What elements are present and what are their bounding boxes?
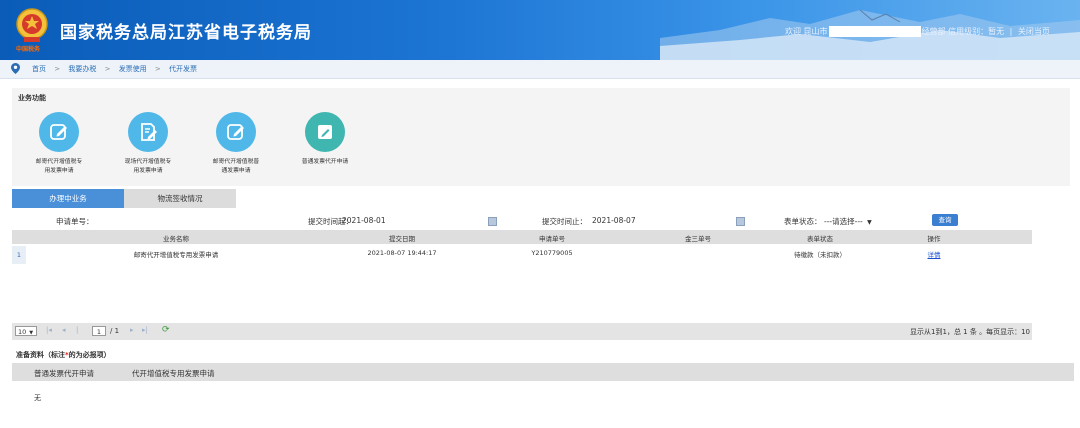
mail-general-vat-invoice-button[interactable]: 邮寄代开增值税普 通发票申请 [198, 112, 274, 176]
submit-end-label: 提交时间止： [542, 217, 587, 226]
header-user-bar: 欢迎 昆山市 经营部 信用级别：暂无 | 关闭当页 [785, 26, 1050, 37]
welcome-city: 昆山市 [803, 27, 828, 36]
general-invoice-agent-button[interactable]: 普通发票代开申请 [287, 112, 363, 167]
column-business-name: 业务名称 [163, 235, 189, 243]
table-row[interactable]: 1 邮寄代开增值税专用发票申请 2021-08-07 19:44:17 Y210… [12, 246, 1032, 264]
edit-icon [227, 124, 244, 140]
function-label: 现场代开增值税专 用发票申请 [110, 158, 186, 176]
row-number: 1 [12, 246, 26, 264]
logo-slogan: 中国税务 [16, 46, 41, 53]
search-filter-bar: 申请单号： 提交时间起： 2021-08-01 提交时间止： 2021-08-0… [12, 212, 1070, 230]
prep-title-prefix: 准备资料（标注 [16, 351, 65, 359]
chevron-down-icon: ▼ [867, 219, 872, 226]
function-label-line2: 通发票申请 [221, 168, 251, 174]
last-page-icon[interactable]: ▸| [142, 326, 148, 334]
site-header: 中国税务 国家税务总局江苏省电子税务局 欢迎 昆山市 经营部 信用级别：暂无 | … [0, 0, 1080, 60]
detail-link[interactable]: 详情 [928, 249, 941, 259]
column-jinsan-no: 金三单号 [685, 235, 711, 243]
page-size-value: 10 [18, 328, 27, 336]
onsite-special-vat-invoice-button[interactable]: 现场代开增值税专 用发票申请 [110, 112, 186, 176]
close-page-link[interactable]: 关闭当页 [1018, 27, 1050, 36]
chevron-down-icon: ▼ [29, 330, 34, 336]
redacted-name-mask [828, 26, 921, 37]
function-label-line1: 邮寄代开增值税普 [212, 159, 260, 165]
function-label-line2: 用发票申请 [44, 168, 74, 174]
site-title: 国家税务总局江苏省电子税务局 [60, 23, 312, 43]
cell-form-status: 待缴款（未扣款） [794, 251, 846, 259]
breadcrumb-separator: > [54, 65, 61, 73]
welcome-prefix: 欢迎 [785, 27, 801, 36]
function-label-line1: 现场代开增值税专 [124, 159, 172, 165]
application-no-label: 申请单号： [56, 217, 94, 226]
breadcrumb-invoice-use[interactable]: 发票使用 [119, 65, 147, 73]
calendar-icon[interactable] [736, 217, 745, 226]
tab-in-progress[interactable]: 办理中业务 [12, 189, 124, 208]
table-header: 业务名称 提交日期 申请单号 金三单号 表单状态 操作 [12, 230, 1032, 244]
next-page-icon[interactable]: ▸ [130, 326, 134, 334]
refresh-icon[interactable]: ⟳ [162, 325, 170, 335]
page-number-input[interactable]: 1 [92, 326, 106, 336]
function-label-line1: 邮寄代开增值税专 [35, 159, 83, 165]
prep-title-suffix: 的为必报项） [68, 351, 111, 359]
function-icon-circle [305, 112, 345, 152]
breadcrumb: 首页 > 我要办税 > 发票使用 > 代开发票 [0, 60, 1080, 79]
prep-materials-title: 准备资料（标注*的为必报项） [16, 350, 111, 360]
function-icon-circle [39, 112, 79, 152]
breadcrumb-tax-handling[interactable]: 我要办税 [68, 65, 96, 73]
edit-icon [50, 124, 67, 140]
breadcrumb-home[interactable]: 首页 [32, 65, 46, 73]
column-form-status: 表单状态 [807, 235, 833, 243]
tab-special-vat-invoice-materials[interactable]: 代开增值税专用发票申请 [132, 368, 215, 379]
prep-materials-tabs: 普通发票代开申请 代开增值税专用发票申请 [12, 363, 1074, 381]
function-icon-circle [216, 112, 256, 152]
column-actions: 操作 [927, 235, 941, 243]
pagination-bar: 10 ▼ |◂ ◂ | 1 / 1 ▸ ▸| ⟳ 显示从1到1，总 1 条 。每页… [12, 323, 1032, 340]
function-label-line2: 用发票申请 [133, 168, 163, 174]
column-submit-date: 提交日期 [389, 235, 415, 243]
cell-submit-date: 2021-08-07 19:44:17 [367, 249, 437, 257]
submit-start-input[interactable]: 2021-08-01 [342, 216, 386, 225]
function-label: 邮寄代开增值税普 通发票申请 [198, 158, 274, 176]
cell-application-no: Y210779005 [531, 249, 573, 257]
column-application-no: 申请单号 [539, 235, 565, 243]
credit-level-value: 暂无 [988, 27, 1005, 36]
function-label: 普通发票代开申请 [287, 158, 363, 167]
note-edit-icon [318, 125, 332, 139]
function-icon-circle [128, 112, 168, 152]
first-page-icon[interactable]: |◂ [46, 326, 52, 334]
business-functions-title: 业务功能 [18, 94, 46, 102]
calendar-icon[interactable] [488, 217, 497, 226]
form-status-select[interactable]: ---请选择--- ▼ [824, 216, 872, 227]
function-label: 邮寄代开增值税专 用发票申请 [21, 158, 97, 176]
business-functions-panel: 业务功能 邮寄代开增值税专 用发票申请 现场代开增值税专 用发票申请 邮寄代开增… [12, 88, 1070, 186]
query-button[interactable]: 查询 [932, 214, 958, 226]
prev-page-icon[interactable]: ◂ [62, 326, 66, 334]
cell-business-name: 邮寄代开增值税专用发票申请 [133, 251, 219, 259]
tab-logistics-receipt[interactable]: 物流签收情况 [124, 189, 236, 208]
breadcrumb-agent-invoice[interactable]: 代开发票 [169, 65, 197, 73]
total-pages: / 1 [110, 327, 120, 335]
header-divider: | [1009, 27, 1013, 36]
page-divider: | [76, 326, 79, 334]
form-status-selected: ---请选择--- [824, 217, 863, 226]
location-pin-icon [11, 63, 20, 74]
pagination-info: 显示从1到1，总 1 条 。每页显示：10 [910, 328, 1030, 336]
credit-level-label: 信用级别： [948, 27, 989, 36]
breadcrumb-separator: > [154, 65, 161, 73]
submit-end-input[interactable]: 2021-08-07 [592, 216, 636, 225]
breadcrumb-separator: > [104, 65, 111, 73]
page-size-select[interactable]: 10 ▼ [15, 326, 37, 336]
tab-general-invoice-materials[interactable]: 普通发票代开申请 [34, 368, 94, 379]
mail-special-vat-invoice-button[interactable]: 邮寄代开增值税专 用发票申请 [21, 112, 97, 176]
welcome-suffix: 经营部 [921, 27, 946, 36]
empty-materials-text: 无 [34, 394, 41, 402]
function-label-line1: 普通发票代开申请 [301, 159, 349, 165]
document-edit-icon [141, 123, 157, 141]
form-status-label: 表单状态： [784, 217, 822, 226]
